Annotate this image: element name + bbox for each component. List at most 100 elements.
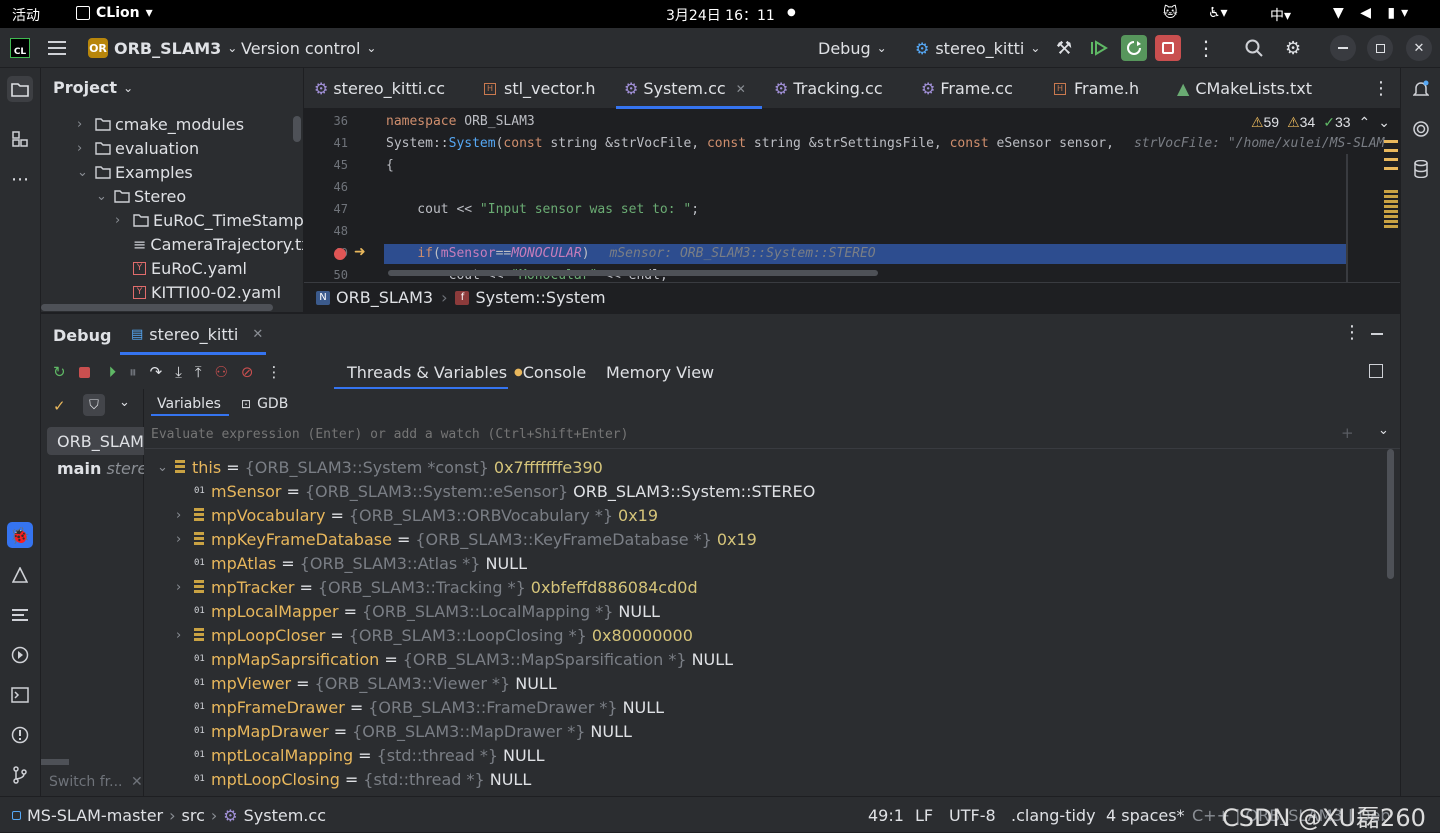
editor-tab[interactable]: Hstl_vector.h [484,68,596,109]
check-icon[interactable]: ✓ [53,397,66,415]
variable-row[interactable]: › mpTracker = {ORB_SLAM3::Tracking *} 0xbfef… [176,575,698,599]
project-tool-icon[interactable] [7,76,33,102]
line-number[interactable]: 45 [304,158,348,172]
more-tools-icon[interactable]: ⋯ [7,166,33,192]
switch-frames-link[interactable]: Switch fr... ✕ [49,774,143,790]
clang-tidy-status[interactable]: .clang-tidy [1011,797,1096,833]
editor-tab[interactable]: ▲ CMakeLists.txt [1177,68,1312,109]
cat-tray-icon[interactable]: 🐱 [1163,5,1178,21]
variable-row[interactable]: 01 mptLoopClosing = {std::thread *} NULL [176,767,531,791]
path-segment[interactable]: src [182,806,205,825]
notifications-bell-icon[interactable] [1408,76,1434,102]
file-encoding[interactable]: UTF-8 [949,797,996,833]
run-target-selector[interactable]: ⚙ stereo_kitti ⌄ [915,28,1040,68]
close-icon[interactable]: ✕ [131,774,143,790]
indent-status[interactable]: 4 spaces* [1106,797,1185,833]
rerun-debug-button[interactable] [1121,28,1147,68]
mute-breakpoints-icon[interactable]: ⊘ [241,363,254,381]
variables-scrollbar[interactable] [1387,449,1394,579]
path-segment[interactable]: MS-SLAM-master [27,806,163,825]
code-editor[interactable]: ⚠59 ⚠34 ✓33 ⌃ ⌄ namespace ORB_SLAM3 System… [384,110,1400,282]
line-number[interactable]: 48 [304,224,348,238]
line-number[interactable]: 46 [304,180,348,194]
chevron-right-icon[interactable]: › [176,580,194,595]
variable-row[interactable]: 01 mptLocalMapping = {std::thread *} NULL [176,743,545,767]
editor-tab[interactable]: H Frame.h [1054,68,1139,109]
code-line[interactable]: System::System(const string &strVocFile,… [386,134,1384,154]
chevron-down-icon[interactable]: ⌄ [157,460,175,475]
line-separator[interactable]: LF [915,797,933,833]
tree-item[interactable]: Y KITTI00-02.yaml [115,280,281,304]
resume-run-icon[interactable] [1090,28,1108,68]
chevron-right-icon[interactable]: › [176,532,194,547]
hide-panel-icon[interactable] [1371,333,1383,335]
variable-row[interactable]: › mpVocabulary = {ORB_SLAM3::ORBVocabulary … [176,503,658,527]
debug-tab[interactable]: Memory View [606,355,714,389]
tree-scrollbar[interactable] [293,116,301,142]
tree-item[interactable]: › cmake_modules [77,112,244,136]
variable-row[interactable]: 01 mpMapSaprsification = {ORB_SLAM3::MapSpa… [176,647,733,671]
cmake-tool-icon[interactable] [7,562,33,588]
project-selector[interactable]: OR ORB_SLAM3 ⌄ [88,28,237,68]
more-vertical-icon[interactable]: ⋮ [267,363,282,381]
line-number[interactable]: 50 [304,268,348,282]
main-menu-icon[interactable] [48,28,68,68]
close-icon[interactable]: ✕ [252,327,263,342]
chevron-down-icon[interactable]: ⌄ [96,189,110,204]
chevron-down-icon[interactable]: ⌄ [119,395,130,410]
tree-item[interactable]: ⌄ Examples [77,160,193,184]
variable-row[interactable]: › mpLoopCloser = {ORB_SLAM3::LoopClosing *}… [176,623,693,647]
error-stripe[interactable] [1384,140,1398,280]
accessibility-icon[interactable]: ♿▾ [1208,5,1228,21]
maximize-window-icon[interactable] [1367,28,1393,68]
tree-horizontal-scrollbar[interactable] [41,304,273,311]
terminal-tool-icon[interactable] [7,682,33,708]
rerun-icon[interactable]: ↻ [53,363,66,381]
git-tool-icon[interactable] [7,762,33,788]
input-method[interactable]: 中▾ [1270,5,1291,25]
code-line[interactable]: { [386,156,394,176]
pause-icon[interactable]: ⏸ [129,363,137,381]
tree-item[interactable]: › evaluation [77,136,199,160]
line-number[interactable]: 36 [304,114,348,128]
chevron-right-icon[interactable]: › [176,628,194,643]
tabs-more-icon[interactable]: ⋮ [1372,78,1390,99]
stop-icon[interactable] [78,366,90,378]
app-menu[interactable]: CLion ▾ [76,5,153,21]
chevron-down-icon[interactable]: ⌄ [1378,423,1389,438]
variables-subtab[interactable]: Variables [151,389,229,419]
debug-tab[interactable]: ● Console [514,355,586,389]
step-out-icon[interactable]: ⤒ [195,363,202,381]
variable-row[interactable]: 01 mpLocalMapper = {ORB_SLAM3::LocalMapping… [176,599,660,623]
variable-row[interactable]: 01 mpFrameDrawer = {ORB_SLAM3::FrameDrawer … [176,695,664,719]
code-line[interactable]: namespace ORB_SLAM3 [386,112,535,132]
ai-assistant-icon[interactable] [1408,116,1434,142]
vcs-menu[interactable]: Version control ⌄ [241,28,376,68]
evaluate-expression-input[interactable] [151,423,1331,445]
structure-tool-icon[interactable] [7,126,33,152]
code-horizontal-scrollbar[interactable] [388,270,878,276]
code-line[interactable]: if(mSensor==MONOCULAR) mSensor: ORB_SLAM3… [386,244,875,264]
activities-button[interactable]: 活动 [12,5,40,25]
close-icon[interactable]: ✕ [736,82,746,96]
step-over-icon[interactable]: ↷ [150,363,163,381]
chevron-right-icon[interactable]: › [77,117,91,132]
build-hammer-icon[interactable]: ⚒ [1056,28,1072,68]
system-tray-icons[interactable]: ▼ ◀ ▮▾ [1333,5,1414,21]
caret-position[interactable]: 49:1 [868,797,904,833]
editor-tab[interactable]: ⚙ Tracking.cc [774,68,883,109]
breadcrumb-namespace[interactable]: N ORB_SLAM3 [316,288,433,307]
editor-tab[interactable]: ⚙ stereo_kitti.cc [314,68,445,109]
path-segment[interactable]: System.cc [244,806,326,825]
variable-row[interactable]: ⌄ this = {ORB_SLAM3::System *const} 0x7fffff… [157,455,603,479]
editor-tab[interactable]: ⚙ System.cc ✕ [616,68,762,109]
line-number[interactable]: 47 [304,202,348,216]
settings-gear-icon[interactable]: ⚙ [1285,28,1301,68]
variable-row[interactable]: 01 mSensor = {ORB_SLAM3::System::eSensor} OR… [176,479,815,503]
code-line[interactable]: cout << "Input sensor was set to: "; [386,200,699,220]
status-path[interactable]: MS-SLAM-master › src › ⚙ System.cc [12,797,326,833]
database-tool-icon[interactable] [1408,156,1434,182]
line-number[interactable]: 41 [304,136,348,150]
frame-row[interactable]: main stereo [57,459,144,478]
tree-item[interactable]: › EuRoC_TimeStamps [115,208,303,232]
